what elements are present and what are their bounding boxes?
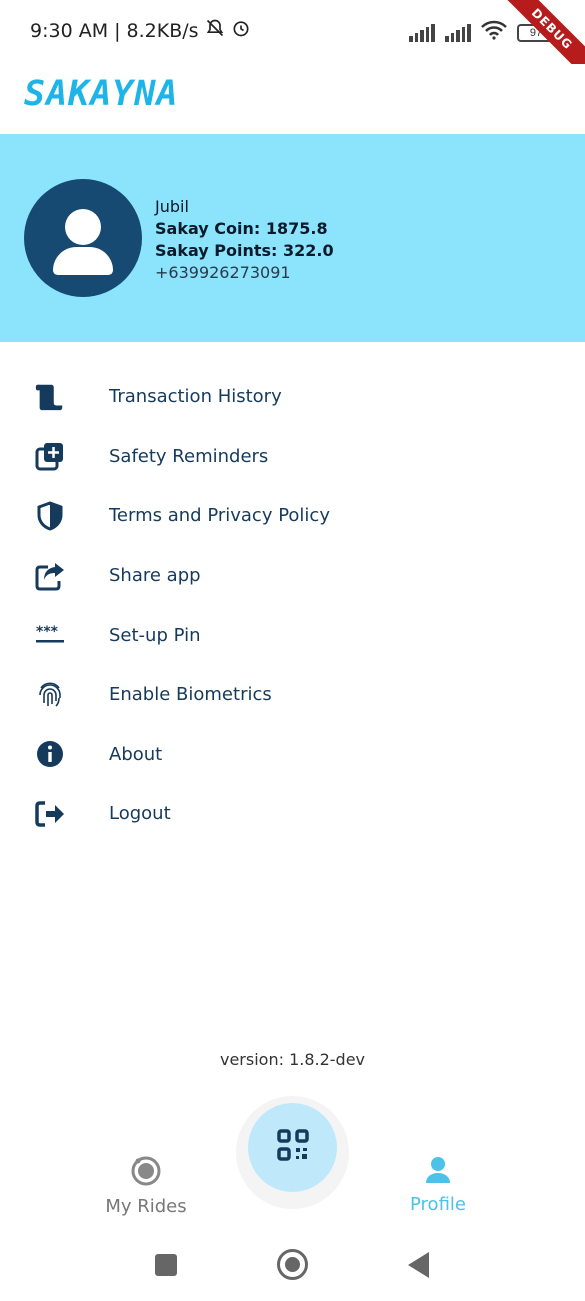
status-bar: 9:30 AM | 8.2KB/s 97 DEBUG	[0, 0, 585, 83]
menu-item-about[interactable]: About	[0, 725, 585, 785]
profile-points: Sakay Points: 322.0	[155, 241, 334, 260]
share-icon	[34, 560, 66, 592]
nav-rides-label: My Rides	[105, 1196, 187, 1217]
menu-label: Share app	[109, 565, 201, 587]
status-time: 9:30 AM	[30, 19, 109, 42]
system-nav-bar	[0, 1230, 585, 1301]
profile-header: Jubil Sakay Coin: 1875.8 Sakay Points: 3…	[0, 134, 585, 342]
muted-bell-icon	[205, 18, 225, 43]
back-button[interactable]	[408, 1252, 429, 1278]
scan-qr-button[interactable]	[248, 1103, 337, 1192]
app-version: version: 1.8.2-dev	[219, 1050, 366, 1069]
nav-profile-label: Profile	[410, 1194, 466, 1215]
app-logo: SAKAYNA	[24, 74, 179, 114]
password-icon: ***	[34, 619, 66, 651]
profile-coin: Sakay Coin: 1875.8	[155, 219, 328, 238]
rides-icon	[130, 1156, 162, 1191]
avatar-head	[65, 209, 101, 245]
menu-label: Terms and Privacy Policy	[109, 505, 330, 527]
menu-item-logout[interactable]: Logout	[0, 784, 585, 844]
bottom-nav: My Rides Profile	[0, 1096, 585, 1230]
nav-my-rides[interactable]: My Rides	[66, 1155, 226, 1217]
profile-name: Jubil	[155, 197, 189, 216]
menu-label: About	[109, 743, 163, 765]
menu-label: Enable Biometrics	[109, 684, 272, 706]
signal-icon-2	[445, 23, 471, 42]
menu-item-share-app[interactable]: Share app	[0, 546, 585, 606]
avatar-body	[53, 247, 113, 275]
signal-icon	[409, 23, 435, 42]
scroll-icon	[34, 381, 66, 413]
menu-item-enable-biometrics[interactable]: Enable Biometrics	[0, 665, 585, 725]
info-icon	[34, 738, 66, 770]
nav-profile[interactable]: Profile	[358, 1155, 518, 1215]
menu-item-setup-pin[interactable]: *** Set-up Pin	[0, 605, 585, 665]
menu-label: Set-up Pin	[109, 624, 201, 646]
shield-icon	[34, 500, 66, 532]
fingerprint-icon	[34, 679, 66, 711]
menu-item-terms-privacy[interactable]: Terms and Privacy Policy	[0, 486, 585, 546]
qr-code-icon	[276, 1128, 310, 1167]
status-separator: |	[114, 19, 121, 42]
status-left: 9:30 AM | 8.2KB/s	[30, 18, 251, 43]
profile-info: Jubil Sakay Coin: 1875.8 Sakay Points: 3…	[155, 196, 334, 284]
person-icon	[423, 1157, 453, 1189]
avatar[interactable]	[24, 179, 142, 297]
menu-item-transaction-history[interactable]: Transaction History	[0, 367, 585, 427]
logout-icon	[34, 798, 66, 830]
alarm-icon	[231, 18, 251, 43]
status-speed: 8.2KB/s	[126, 19, 199, 42]
menu-item-safety-reminders[interactable]: Safety Reminders	[0, 427, 585, 487]
recents-button[interactable]	[155, 1254, 177, 1276]
wifi-icon	[481, 20, 507, 45]
menu-label: Safety Reminders	[109, 445, 269, 467]
add-to-queue-icon	[34, 440, 66, 472]
svg-text:***: ***	[36, 625, 59, 640]
menu-label: Transaction History	[109, 386, 282, 408]
profile-phone: +639926273091	[155, 263, 291, 282]
app-bar: SAKAYNA	[0, 64, 585, 134]
home-button[interactable]	[277, 1249, 308, 1280]
profile-menu: Transaction History Safety Reminders Ter…	[0, 367, 585, 844]
menu-label: Logout	[109, 803, 171, 825]
